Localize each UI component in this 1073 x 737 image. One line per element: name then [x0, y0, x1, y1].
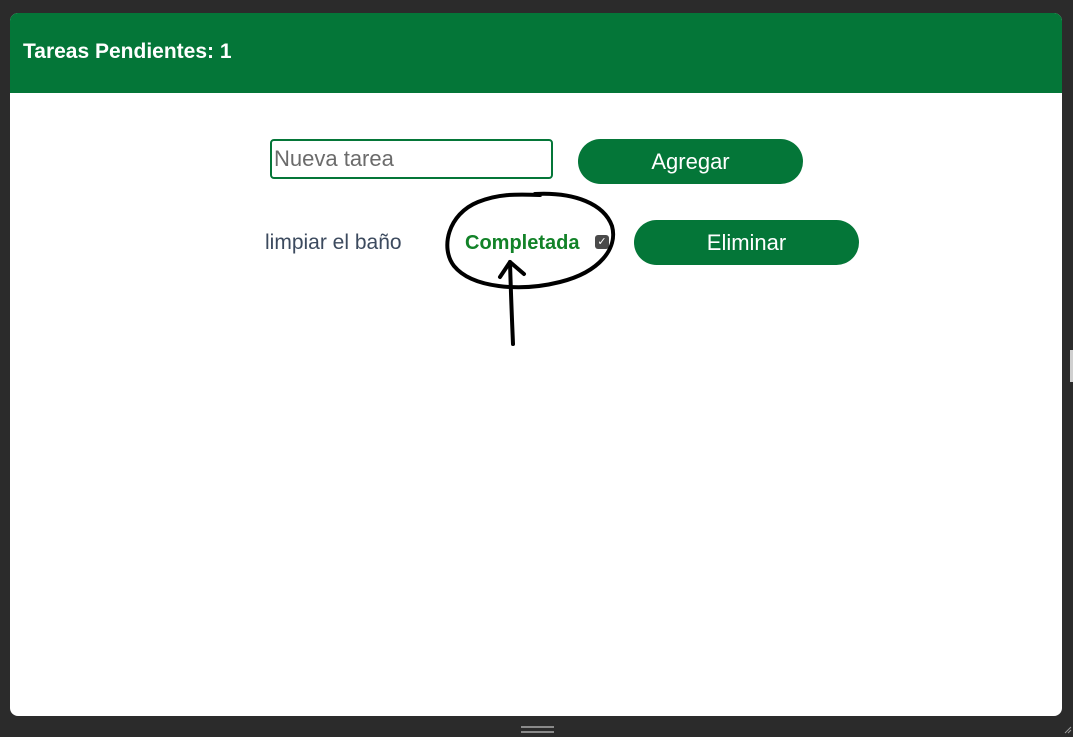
- task-status-label: Completada: [465, 232, 580, 254]
- resize-corner-icon[interactable]: [1064, 726, 1072, 734]
- header-bar: Tareas Pendientes: 1: [10, 13, 1062, 93]
- add-task-button[interactable]: Agregar: [578, 139, 803, 184]
- delete-task-button[interactable]: Eliminar: [634, 220, 859, 265]
- pending-count-title: Tareas Pendientes: 1: [23, 40, 232, 63]
- app-window: Tareas Pendientes: 1 Agregar limpiar el …: [10, 13, 1062, 716]
- check-icon: ✓: [597, 236, 607, 248]
- completed-checkbox[interactable]: ✓: [595, 235, 609, 249]
- new-task-input[interactable]: [270, 139, 553, 179]
- task-text: limpiar el baño: [265, 231, 402, 254]
- bottom-resize-handle[interactable]: [521, 726, 554, 736]
- app-frame: Tareas Pendientes: 1 Agregar limpiar el …: [0, 0, 1073, 737]
